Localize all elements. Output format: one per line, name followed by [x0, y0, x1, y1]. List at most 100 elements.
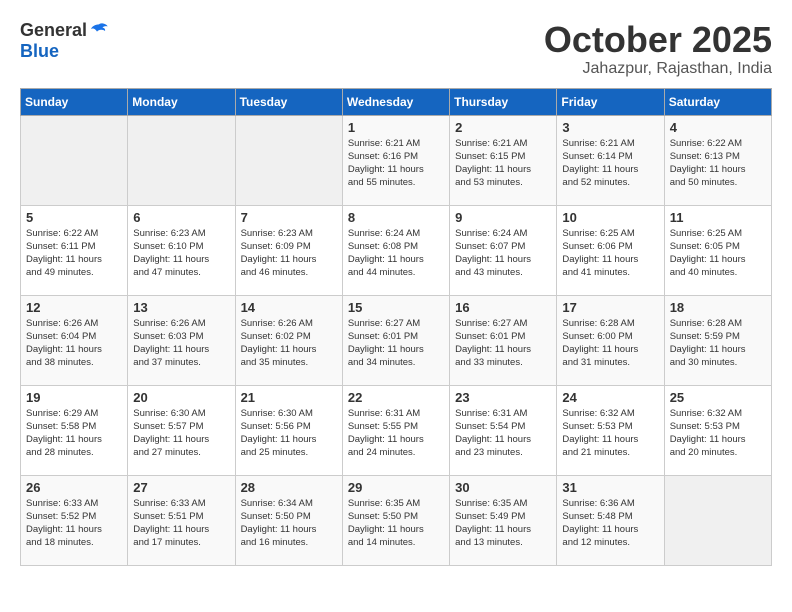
day-number: 25	[670, 390, 766, 405]
title-area: October 2025 Jahazpur, Rajasthan, India	[544, 20, 772, 78]
calendar-cell: 29 Sunrise: 6:35 AM Sunset: 5:50 PM Dayli…	[342, 475, 449, 565]
day-number: 29	[348, 480, 444, 495]
calendar-cell: 23 Sunrise: 6:31 AM Sunset: 5:54 PM Dayli…	[450, 385, 557, 475]
cell-info: Sunrise: 6:35 AM Sunset: 5:49 PM Dayligh…	[455, 497, 551, 550]
day-number: 16	[455, 300, 551, 315]
cell-info: Sunrise: 6:22 AM Sunset: 6:13 PM Dayligh…	[670, 137, 766, 190]
cell-info: Sunrise: 6:25 AM Sunset: 6:06 PM Dayligh…	[562, 227, 658, 280]
calendar-cell: 13 Sunrise: 6:26 AM Sunset: 6:03 PM Dayli…	[128, 295, 235, 385]
cell-info: Sunrise: 6:26 AM Sunset: 6:03 PM Dayligh…	[133, 317, 229, 370]
calendar-cell: 17 Sunrise: 6:28 AM Sunset: 6:00 PM Dayli…	[557, 295, 664, 385]
weekday-header: Friday	[557, 88, 664, 115]
cell-info: Sunrise: 6:23 AM Sunset: 6:10 PM Dayligh…	[133, 227, 229, 280]
calendar-week-row: 19Sunrise: 6:29 AM Sunset: 5:58 PM Dayli…	[21, 385, 772, 475]
calendar-cell: 19Sunrise: 6:29 AM Sunset: 5:58 PM Dayli…	[21, 385, 128, 475]
day-number: 24	[562, 390, 658, 405]
cell-info: Sunrise: 6:22 AM Sunset: 6:11 PM Dayligh…	[26, 227, 122, 280]
logo-general-text: General	[20, 20, 87, 41]
day-number: 26	[26, 480, 122, 495]
cell-info: Sunrise: 6:21 AM Sunset: 6:15 PM Dayligh…	[455, 137, 551, 190]
cell-info: Sunrise: 6:36 AM Sunset: 5:48 PM Dayligh…	[562, 497, 658, 550]
calendar-cell: 2 Sunrise: 6:21 AM Sunset: 6:15 PM Daylig…	[450, 115, 557, 205]
calendar-cell: 20 Sunrise: 6:30 AM Sunset: 5:57 PM Dayli…	[128, 385, 235, 475]
calendar-cell: 8 Sunrise: 6:24 AM Sunset: 6:08 PM Daylig…	[342, 205, 449, 295]
location-subtitle: Jahazpur, Rajasthan, India	[544, 60, 772, 78]
calendar-cell: 28 Sunrise: 6:34 AM Sunset: 5:50 PM Dayli…	[235, 475, 342, 565]
day-number: 1	[348, 120, 444, 135]
day-number: 31	[562, 480, 658, 495]
calendar-cell	[128, 115, 235, 205]
cell-info: Sunrise: 6:28 AM Sunset: 6:00 PM Dayligh…	[562, 317, 658, 370]
day-number: 8	[348, 210, 444, 225]
calendar-cell	[664, 475, 771, 565]
calendar-cell: 9 Sunrise: 6:24 AM Sunset: 6:07 PM Daylig…	[450, 205, 557, 295]
calendar-header-row: SundayMondayTuesdayWednesdayThursdayFrid…	[21, 88, 772, 115]
calendar-cell: 6 Sunrise: 6:23 AM Sunset: 6:10 PM Daylig…	[128, 205, 235, 295]
calendar-cell: 21Sunrise: 6:30 AM Sunset: 5:56 PM Dayli…	[235, 385, 342, 475]
day-number: 13	[133, 300, 229, 315]
calendar-week-row: 1Sunrise: 6:21 AM Sunset: 6:16 PM Daylig…	[21, 115, 772, 205]
cell-info: Sunrise: 6:30 AM Sunset: 5:56 PM Dayligh…	[241, 407, 337, 460]
day-number: 30	[455, 480, 551, 495]
cell-info: Sunrise: 6:27 AM Sunset: 6:01 PM Dayligh…	[455, 317, 551, 370]
cell-info: Sunrise: 6:33 AM Sunset: 5:51 PM Dayligh…	[133, 497, 229, 550]
cell-info: Sunrise: 6:26 AM Sunset: 6:04 PM Dayligh…	[26, 317, 122, 370]
day-number: 5	[26, 210, 122, 225]
cell-info: Sunrise: 6:25 AM Sunset: 6:05 PM Dayligh…	[670, 227, 766, 280]
calendar-week-row: 26Sunrise: 6:33 AM Sunset: 5:52 PM Dayli…	[21, 475, 772, 565]
calendar-cell: 7Sunrise: 6:23 AM Sunset: 6:09 PM Daylig…	[235, 205, 342, 295]
calendar-cell: 10 Sunrise: 6:25 AM Sunset: 6:06 PM Dayli…	[557, 205, 664, 295]
weekday-header: Saturday	[664, 88, 771, 115]
day-number: 10	[562, 210, 658, 225]
day-number: 6	[133, 210, 229, 225]
calendar-cell: 25 Sunrise: 6:32 AM Sunset: 5:53 PM Dayli…	[664, 385, 771, 475]
day-number: 20	[133, 390, 229, 405]
day-number: 18	[670, 300, 766, 315]
cell-info: Sunrise: 6:32 AM Sunset: 5:53 PM Dayligh…	[562, 407, 658, 460]
calendar-cell: 16 Sunrise: 6:27 AM Sunset: 6:01 PM Dayli…	[450, 295, 557, 385]
calendar-cell: 27Sunrise: 6:33 AM Sunset: 5:51 PM Dayli…	[128, 475, 235, 565]
cell-info: Sunrise: 6:24 AM Sunset: 6:07 PM Dayligh…	[455, 227, 551, 280]
cell-info: Sunrise: 6:34 AM Sunset: 5:50 PM Dayligh…	[241, 497, 337, 550]
cell-info: Sunrise: 6:35 AM Sunset: 5:50 PM Dayligh…	[348, 497, 444, 550]
calendar-cell: 14Sunrise: 6:26 AM Sunset: 6:02 PM Dayli…	[235, 295, 342, 385]
day-number: 14	[241, 300, 337, 315]
calendar-week-row: 12 Sunrise: 6:26 AM Sunset: 6:04 PM Dayli…	[21, 295, 772, 385]
calendar-cell: 4Sunrise: 6:22 AM Sunset: 6:13 PM Daylig…	[664, 115, 771, 205]
logo: General Blue	[20, 20, 109, 62]
calendar-cell: 22Sunrise: 6:31 AM Sunset: 5:55 PM Dayli…	[342, 385, 449, 475]
day-number: 23	[455, 390, 551, 405]
calendar-cell	[235, 115, 342, 205]
cell-info: Sunrise: 6:21 AM Sunset: 6:14 PM Dayligh…	[562, 137, 658, 190]
cell-info: Sunrise: 6:24 AM Sunset: 6:08 PM Dayligh…	[348, 227, 444, 280]
calendar-cell: 31 Sunrise: 6:36 AM Sunset: 5:48 PM Dayli…	[557, 475, 664, 565]
day-number: 7	[241, 210, 337, 225]
calendar-table: SundayMondayTuesdayWednesdayThursdayFrid…	[20, 88, 772, 566]
cell-info: Sunrise: 6:27 AM Sunset: 6:01 PM Dayligh…	[348, 317, 444, 370]
cell-info: Sunrise: 6:28 AM Sunset: 5:59 PM Dayligh…	[670, 317, 766, 370]
cell-info: Sunrise: 6:31 AM Sunset: 5:55 PM Dayligh…	[348, 407, 444, 460]
weekday-header: Thursday	[450, 88, 557, 115]
day-number: 3	[562, 120, 658, 135]
day-number: 12	[26, 300, 122, 315]
day-number: 2	[455, 120, 551, 135]
month-title: October 2025	[544, 20, 772, 60]
day-number: 9	[455, 210, 551, 225]
calendar-cell: 15Sunrise: 6:27 AM Sunset: 6:01 PM Dayli…	[342, 295, 449, 385]
calendar-cell: 24 Sunrise: 6:32 AM Sunset: 5:53 PM Dayli…	[557, 385, 664, 475]
cell-info: Sunrise: 6:30 AM Sunset: 5:57 PM Dayligh…	[133, 407, 229, 460]
weekday-header: Tuesday	[235, 88, 342, 115]
calendar-cell: 30 Sunrise: 6:35 AM Sunset: 5:49 PM Dayli…	[450, 475, 557, 565]
calendar-cell	[21, 115, 128, 205]
day-number: 17	[562, 300, 658, 315]
calendar-cell: 18 Sunrise: 6:28 AM Sunset: 5:59 PM Dayli…	[664, 295, 771, 385]
calendar-cell: 12 Sunrise: 6:26 AM Sunset: 6:04 PM Dayli…	[21, 295, 128, 385]
weekday-header: Monday	[128, 88, 235, 115]
calendar-week-row: 5 Sunrise: 6:22 AM Sunset: 6:11 PM Daylig…	[21, 205, 772, 295]
page-header: General Blue October 2025 Jahazpur, Raja…	[20, 20, 772, 78]
calendar-cell: 5 Sunrise: 6:22 AM Sunset: 6:11 PM Daylig…	[21, 205, 128, 295]
weekday-header: Sunday	[21, 88, 128, 115]
day-number: 28	[241, 480, 337, 495]
cell-info: Sunrise: 6:31 AM Sunset: 5:54 PM Dayligh…	[455, 407, 551, 460]
cell-info: Sunrise: 6:32 AM Sunset: 5:53 PM Dayligh…	[670, 407, 766, 460]
